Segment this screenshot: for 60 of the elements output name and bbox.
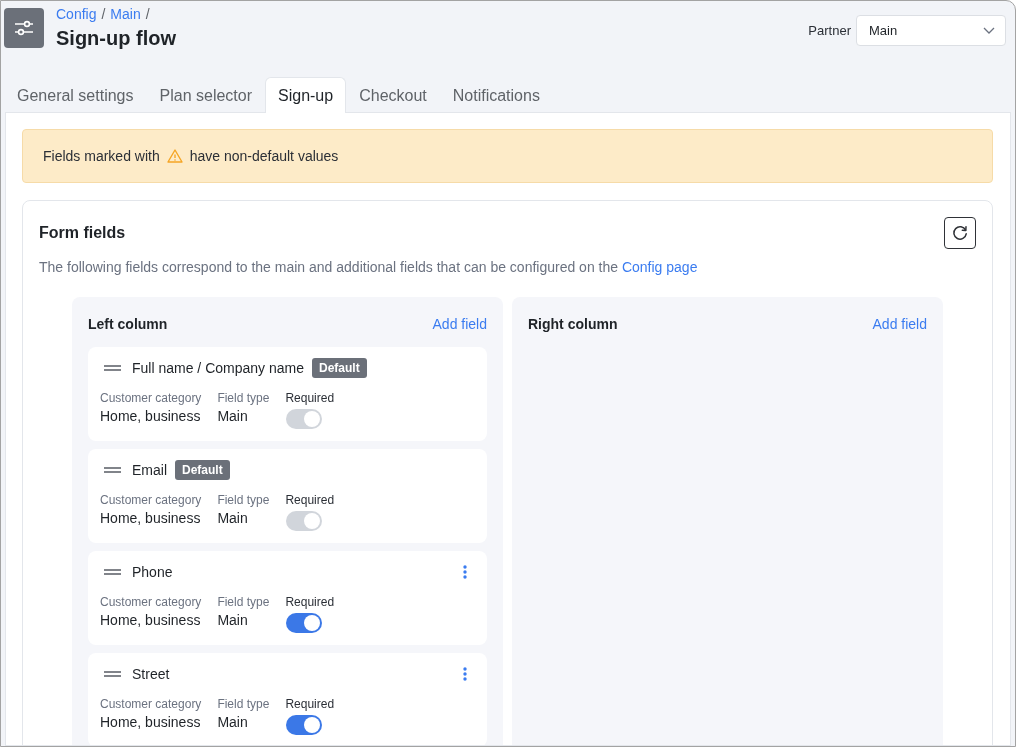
breadcrumb-separator: /	[101, 5, 106, 23]
tab[interactable]: Plan selector	[146, 77, 265, 113]
kebab-menu-icon[interactable]	[463, 565, 467, 579]
field-name: Street	[132, 666, 170, 682]
field-label: Customer category	[100, 390, 202, 406]
default-badge: Default	[175, 460, 230, 480]
field-label: Required	[285, 492, 335, 508]
field-value: Home, business	[100, 713, 202, 732]
alert-text: Fields marked with	[43, 148, 160, 164]
drag-handle-icon[interactable]	[104, 569, 121, 575]
field-value: Main	[217, 407, 249, 426]
partner-label: Partner	[808, 23, 851, 38]
tab[interactable]: Checkout	[346, 77, 440, 113]
drag-handle-icon[interactable]	[104, 671, 121, 677]
toggle-switch[interactable]	[286, 613, 323, 633]
field-value: Home, business	[100, 509, 202, 528]
field-label: Customer category	[100, 594, 202, 610]
page-title: Sign-up flow	[56, 26, 176, 51]
toggle-switch[interactable]	[286, 715, 323, 735]
tab[interactable]: General settings	[4, 77, 147, 113]
add-field-link[interactable]: Add field	[432, 316, 487, 332]
field-value: Home, business	[100, 407, 202, 426]
column-title: Right column	[528, 316, 618, 332]
refresh-button[interactable]	[944, 217, 976, 249]
warning-icon	[166, 149, 183, 163]
default-badge: Default	[311, 358, 367, 378]
field-label: Field type	[217, 696, 270, 712]
kebab-menu-icon[interactable]	[463, 667, 467, 681]
breadcrumb-separator: /	[145, 5, 150, 23]
field-label: Field type	[217, 390, 270, 406]
field-name: Full name / Company name	[132, 360, 304, 376]
add-field-link[interactable]: Add field	[872, 316, 927, 332]
field-label: Required	[285, 696, 335, 712]
drag-handle-icon[interactable]	[104, 365, 121, 371]
tab[interactable]: Sign-up	[265, 77, 347, 113]
section-title: Form fields	[39, 224, 126, 242]
config-page-link[interactable]: Config page	[621, 259, 698, 275]
chevron-down-icon	[983, 27, 995, 34]
field-label: Customer category	[100, 696, 202, 712]
breadcrumb-link[interactable]: Config	[56, 5, 97, 23]
field-value: Main	[217, 713, 249, 732]
field-name: Email	[132, 462, 167, 478]
breadcrumb-link[interactable]: Main	[110, 5, 141, 23]
field-label: Customer category	[100, 492, 202, 508]
tab[interactable]: Notifications	[439, 77, 553, 113]
field-label: Field type	[217, 594, 270, 610]
field-value: Main	[217, 611, 249, 630]
drag-handle-icon[interactable]	[104, 467, 121, 473]
description-text: The following fields correspond to the main and additional fields that can be configured on the Config page	[39, 258, 699, 277]
field-name: Phone	[132, 564, 173, 580]
sliders-icon	[4, 8, 44, 48]
field-value: Main	[217, 509, 249, 528]
partner-select[interactable]: Main	[856, 15, 1006, 46]
alert-text: have non-default values	[189, 148, 339, 164]
field-label: Field type	[217, 492, 270, 508]
refresh-icon	[952, 225, 968, 241]
field-label: Required	[285, 390, 335, 406]
field-label: Required	[285, 594, 335, 610]
field-value: Home, business	[100, 611, 202, 630]
column-title: Left column	[88, 316, 168, 332]
